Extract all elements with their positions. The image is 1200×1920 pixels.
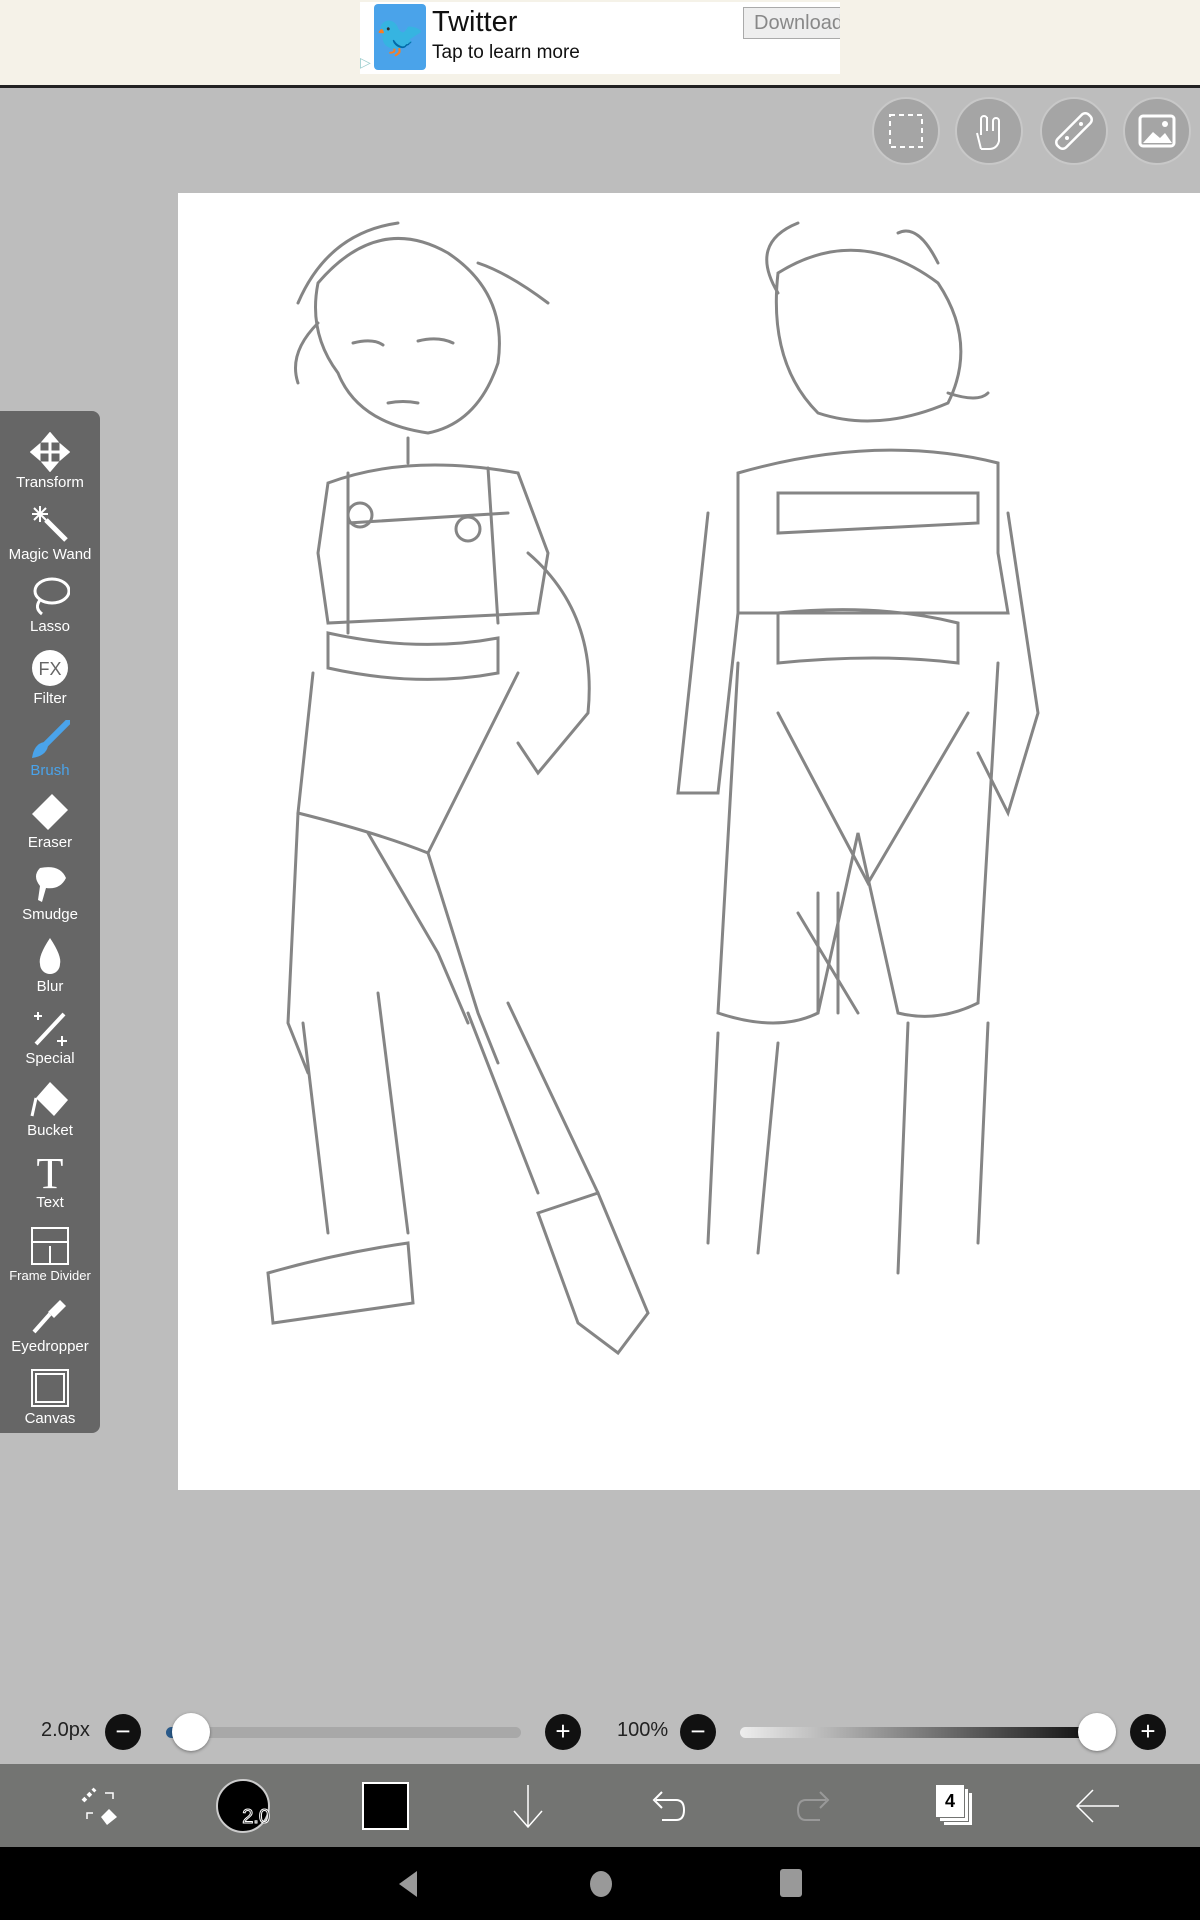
bucket-icon (30, 1082, 68, 1117)
tool-label: Brush (30, 762, 70, 779)
tool-frame-divider[interactable]: Frame Divider (0, 1215, 100, 1287)
ruler-icon (1055, 112, 1093, 150)
redo-icon (796, 1790, 830, 1821)
tool-label: Smudge (22, 906, 78, 923)
tool-lasso[interactable]: Lasso (0, 567, 100, 639)
tool-eraser[interactable]: Eraser (0, 783, 100, 855)
drop-icon (39, 938, 61, 974)
ad-banner[interactable]: 🐦 Twitter Tap to learn more Download ▷ (0, 0, 1200, 88)
tool-label: Lasso (29, 618, 71, 635)
drawing-canvas[interactable] (178, 193, 1200, 1490)
arrow-down-icon (513, 1784, 543, 1828)
move-icon (30, 432, 70, 472)
svg-text:FX: FX (38, 659, 61, 679)
selection-icon (889, 114, 923, 148)
tool-brush[interactable]: Brush (0, 711, 100, 783)
tool-bucket[interactable]: Bucket (0, 1071, 100, 1143)
brush-size-increase-button[interactable]: + (545, 1714, 581, 1750)
brush-icon (32, 720, 70, 758)
fx-icon: FX (32, 650, 68, 686)
undo-icon (652, 1790, 686, 1821)
opacity-label: 100% (617, 1719, 669, 1741)
ruler-button[interactable] (1040, 97, 1108, 165)
canvas-icon (31, 1369, 69, 1407)
redo-button[interactable] (772, 1764, 852, 1847)
brush-size-slider[interactable] (166, 1727, 521, 1738)
opacity-slider[interactable] (740, 1727, 1090, 1738)
tool-label: Magic Wand (8, 546, 92, 563)
brush-size-slider-handle[interactable] (172, 1713, 210, 1751)
ad-box[interactable]: 🐦 Twitter Tap to learn more Download ▷ (360, 2, 840, 74)
brush-size-decrease-button[interactable]: − (105, 1714, 141, 1750)
system-nav-bar (0, 1847, 1200, 1920)
ad-title: Twitter (432, 6, 518, 38)
tool-transform[interactable]: Transform (0, 423, 100, 495)
tool-label: Canvas (24, 1410, 76, 1427)
swap-tool-icon (81, 1787, 117, 1825)
eraser-icon (32, 794, 68, 830)
tool-label: Special (25, 1050, 75, 1067)
tool-label: Blur (36, 978, 64, 995)
tool-label: Eyedropper (11, 1338, 89, 1355)
ad-choices-icon[interactable]: ▷ (360, 54, 371, 71)
back-button[interactable] (1058, 1764, 1138, 1847)
tool-blur[interactable]: Blur (0, 927, 100, 999)
eyedropper-icon (32, 1300, 66, 1334)
image-icon (1138, 114, 1176, 148)
tool-label: Eraser (27, 834, 73, 851)
current-color-swatch (361, 1781, 409, 1830)
opacity-increase-button[interactable]: + (1130, 1714, 1166, 1750)
selection-button[interactable] (872, 97, 940, 165)
ad-download-button[interactable]: Download (743, 7, 840, 39)
arrow-left-icon (1075, 1788, 1119, 1823)
opacity-slider-handle[interactable] (1078, 1713, 1116, 1751)
hand-icon (976, 115, 1000, 150)
twitter-bird-icon: 🐦 (374, 4, 426, 70)
tool-special[interactable]: Special (0, 999, 100, 1071)
tool-label: Text (36, 1194, 64, 1211)
tool-magic-wand[interactable]: Magic Wand (0, 495, 100, 567)
smudge-icon (36, 867, 66, 902)
tool-label: Bucket (27, 1122, 73, 1139)
frame-icon (31, 1227, 69, 1265)
brush-size-badge: 2.0 (242, 1805, 271, 1828)
brush-size-button[interactable]: 2.0 (203, 1764, 283, 1847)
nav-recents-icon[interactable] (780, 1869, 802, 1897)
undo-button[interactable] (630, 1764, 710, 1847)
tool-label: Frame Divider (9, 1268, 91, 1283)
swap-brush-eraser-button[interactable] (60, 1764, 140, 1847)
tool-eyedropper[interactable]: Eyedropper (0, 1287, 100, 1359)
nav-back-icon[interactable] (395, 1869, 419, 1899)
color-button[interactable] (345, 1764, 425, 1847)
tool-palette: Transform Magic Wand Lasso FX Filter Brus… (0, 411, 100, 1433)
hand-button[interactable] (955, 97, 1023, 165)
sparkle-icon (34, 1012, 67, 1046)
lasso-icon (33, 577, 70, 616)
slider-row: 2.0px − + 100% − + (0, 1700, 1200, 1764)
tool-filter[interactable]: FX Filter (0, 639, 100, 711)
image-button[interactable] (1123, 97, 1191, 165)
save-down-button[interactable] (488, 1764, 568, 1847)
svg-text:T: T (37, 1150, 64, 1192)
sketch-artwork (266, 221, 1040, 1356)
tool-canvas[interactable]: Canvas (0, 1359, 100, 1431)
layers-button[interactable]: 4 (915, 1764, 995, 1847)
tool-text[interactable]: T Text (0, 1143, 100, 1215)
layer-count: 4 (935, 1783, 965, 1818)
brush-size-label: 2.0px (41, 1719, 90, 1741)
magic-wand-icon (32, 506, 68, 542)
text-icon: T (37, 1150, 64, 1192)
tool-smudge[interactable]: Smudge (0, 855, 100, 927)
tool-label: Transform (16, 474, 84, 491)
bottom-toolbar: 2.0 4 (0, 1764, 1200, 1847)
nav-home-icon[interactable] (590, 1871, 612, 1897)
tool-label: Filter (33, 690, 67, 707)
opacity-decrease-button[interactable]: − (680, 1714, 716, 1750)
ad-subtitle: Tap to learn more (432, 42, 580, 63)
